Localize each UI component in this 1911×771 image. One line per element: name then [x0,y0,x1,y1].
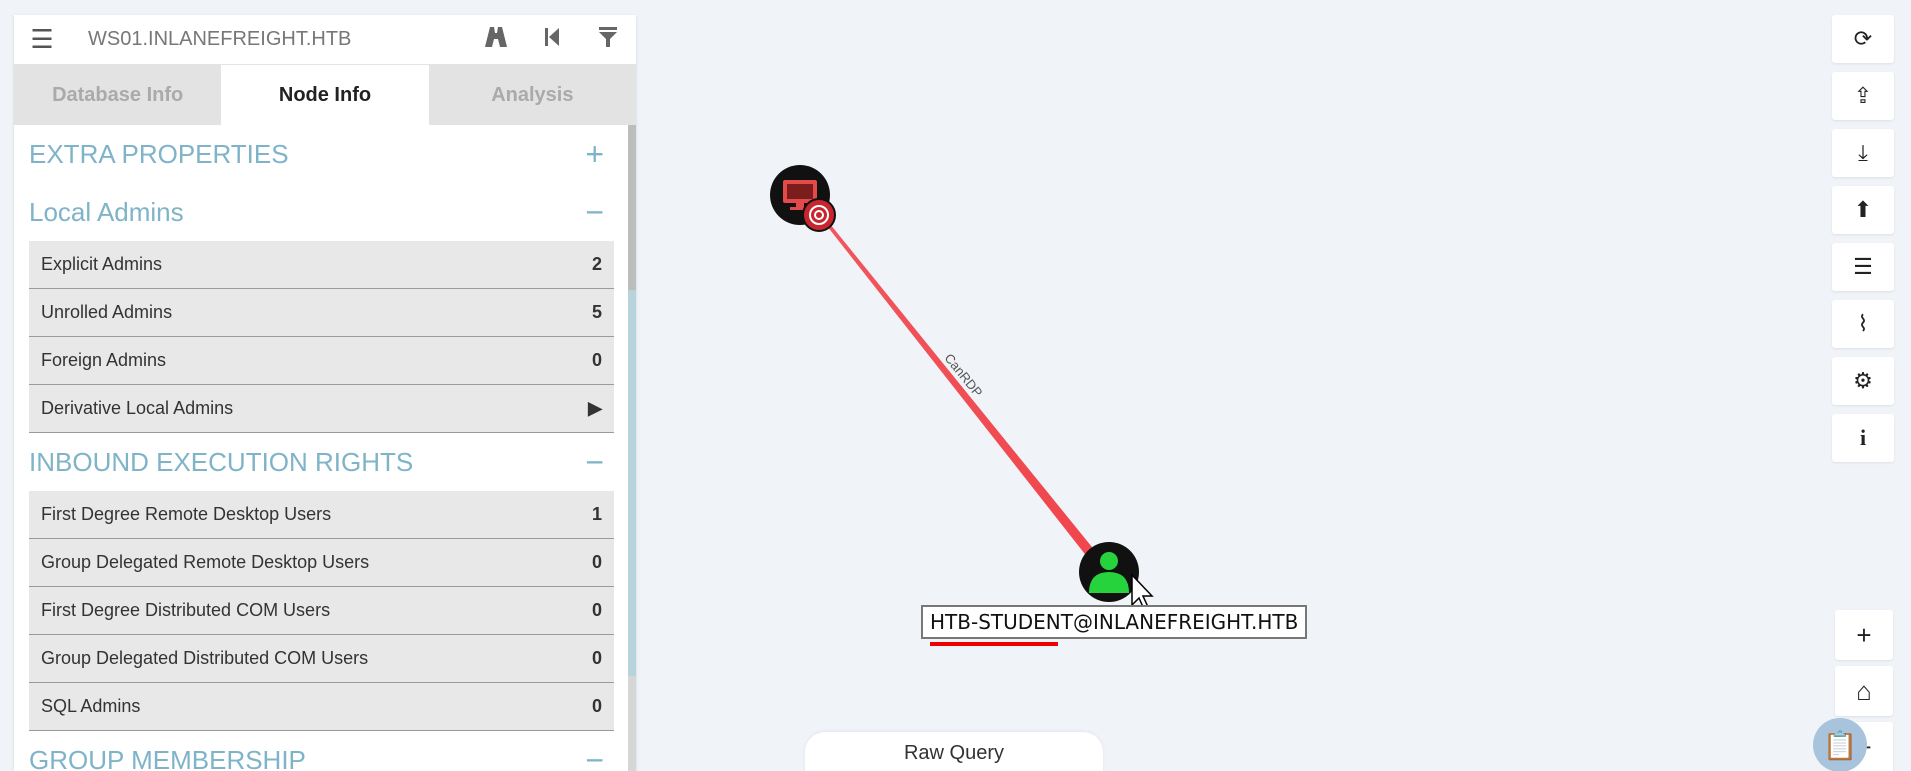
target-badge-icon [802,198,836,232]
node-info-content: EXTRA PROPERTIES + Local Admins − Explic… [14,125,636,771]
section-title: Local Admins [29,196,184,227]
row-group-delegated-rdp-users[interactable]: Group Delegated Remote Desktop Users 0 [29,539,614,587]
row-sql-admins[interactable]: SQL Admins 0 [29,683,614,731]
collapse-icon[interactable]: − [585,742,604,771]
raw-query-button[interactable]: Raw Query [805,732,1103,771]
row-first-degree-dcom-users[interactable]: First Degree Distributed COM Users 0 [29,587,614,635]
row-derivative-local-admins[interactable]: Derivative Local Admins ▶ [29,385,614,433]
row-label: Group Delegated Remote Desktop Users [41,552,370,572]
row-label: First Degree Remote Desktop Users [41,504,332,524]
panel-scrollbar[interactable] [628,125,636,771]
row-count: 0 [591,696,602,716]
tab-bar: Database Info Node Info Analysis [14,65,636,125]
row-count: 0 [591,552,602,572]
right-toolbar: ⟳ ⇪ ⤓ ⬆ ☰ ⌇ ⚙ i [1832,15,1894,471]
download-icon[interactable]: ⤓ [1832,129,1894,177]
checklist-icon[interactable]: ☰ [1832,243,1894,291]
row-count: 5 [591,302,602,322]
search-input[interactable]: WS01.INLANEFREIGHT.HTB [70,28,468,51]
chart-icon[interactable]: ⌇ [1832,300,1894,348]
section-title: EXTRA PROPERTIES [29,138,289,169]
upload-icon[interactable]: ⇪ [1832,72,1894,120]
node-label-underline [930,642,1058,646]
user-node[interactable] [1079,542,1139,602]
clipboard-icon[interactable]: 📋 [1813,718,1867,771]
row-count: 0 [591,350,602,370]
back-icon[interactable] [524,27,580,53]
cursor-icon [1131,573,1154,611]
node-info-panel: ☰ WS01.INLANEFREIGHT.HTB Database Info N… [14,15,636,771]
row-group-delegated-dcom-users[interactable]: Group Delegated Distributed COM Users 0 [29,635,614,683]
hamburger-icon[interactable]: ☰ [14,24,70,55]
row-label: First Degree Distributed COM Users [41,600,331,620]
row-label: Explicit Admins [41,254,163,274]
settings-icon[interactable]: ⚙ [1832,357,1894,405]
row-label: SQL Admins [41,696,141,716]
search-bar: ☰ WS01.INLANEFREIGHT.HTB [14,15,636,65]
user-node-label: HTB-STUDENT@INLANEFREIGHT.HTB [921,605,1308,639]
expand-icon[interactable]: + [585,136,604,173]
row-label: Foreign Admins [41,350,167,370]
row-foreign-admins[interactable]: Foreign Admins 0 [29,337,614,385]
section-local-admins[interactable]: Local Admins − [29,183,614,241]
collapse-icon[interactable]: − [585,444,604,481]
section-title: GROUP MEMBERSHIP [29,744,306,771]
pathfinding-icon[interactable] [468,26,524,54]
upload-circle-icon[interactable]: ⬆ [1832,186,1894,234]
filter-icon[interactable] [580,26,636,54]
row-count: 2 [591,254,602,274]
collapse-icon[interactable]: − [585,194,604,231]
row-label: Unrolled Admins [41,302,173,322]
row-explicit-admins[interactable]: Explicit Admins 2 [29,241,614,289]
refresh-icon[interactable]: ⟳ [1832,15,1894,63]
tab-node-info[interactable]: Node Info [221,65,429,125]
tab-database-info[interactable]: Database Info [14,65,222,125]
play-icon[interactable]: ▶ [588,398,602,419]
section-inbound-execution-rights[interactable]: INBOUND EXECUTION RIGHTS − [29,433,614,491]
edge-canrdp[interactable] [827,224,1096,558]
row-count: 0 [591,648,602,668]
section-extra-properties[interactable]: EXTRA PROPERTIES + [29,125,614,183]
row-label: Group Delegated Distributed COM Users [41,648,369,668]
row-count: 0 [591,600,602,620]
scrollbar-thumb[interactable] [628,125,636,290]
row-unrolled-admins[interactable]: Unrolled Admins 5 [29,289,614,337]
computer-node[interactable] [770,165,836,232]
row-first-degree-rdp-users[interactable]: First Degree Remote Desktop Users 1 [29,491,614,539]
tab-analysis[interactable]: Analysis [428,65,636,125]
home-icon[interactable]: ⌂ [1835,666,1893,716]
info-icon[interactable]: i [1832,414,1894,462]
zoom-in-icon[interactable]: + [1835,610,1893,660]
section-title: INBOUND EXECUTION RIGHTS [29,446,414,477]
row-label: Derivative Local Admins [41,398,234,418]
row-count: 1 [591,504,602,524]
section-group-membership[interactable]: GROUP MEMBERSHIP − [29,731,614,771]
scrollbar-track [628,290,636,676]
